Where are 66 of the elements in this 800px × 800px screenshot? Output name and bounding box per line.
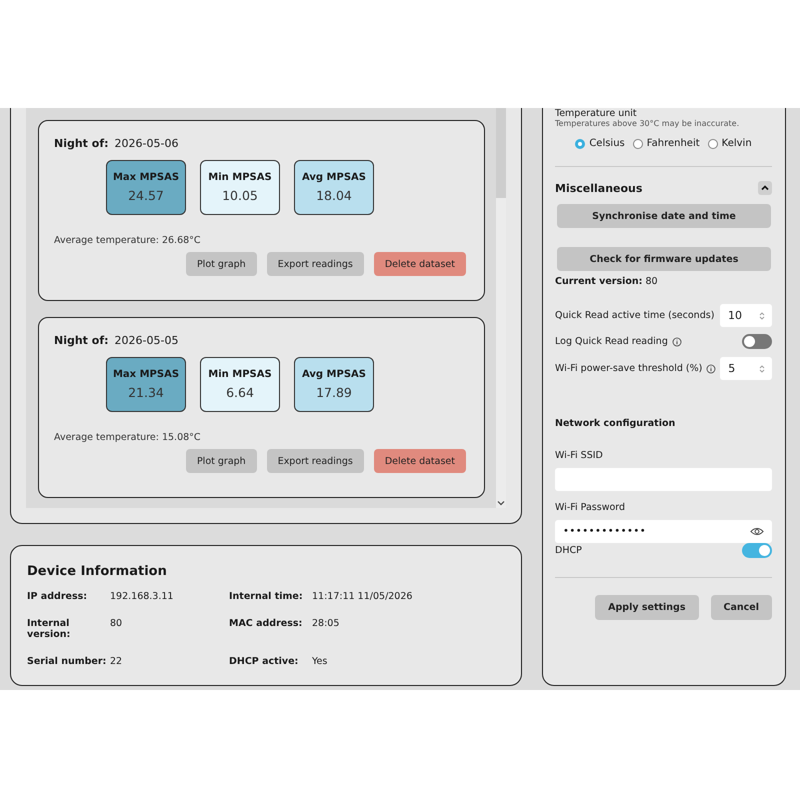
hint-text: Temperatures above 30°C may be inaccurate. [555,119,740,128]
section-title: Network configuration [555,418,676,429]
info-label: Internal time: [229,591,304,602]
info-icon[interactable] [672,336,682,346]
number-field[interactable]: 5 [720,357,772,380]
radio-button[interactable] [632,138,643,148]
eye-icon[interactable] [750,526,764,537]
info-label: MAC address: [229,618,304,631]
dialog-button[interactable]: Cancel [710,595,772,620]
info-value: 28:05 [312,618,340,631]
stat-tile: Min MPSAS 6.64 [200,357,280,412]
stat-tile: Avg MPSAS 17.89 [294,357,374,412]
stat-tile: Min MPSAS 10.05 [200,160,280,215]
radio-label[interactable]: Fahrenheit [646,138,700,149]
info-label: Serial number: [27,656,108,667]
setting-label: Wi-Fi power-save threshold (%) [555,363,702,374]
info-value: 80 [110,618,124,631]
average-temperature: Average temperature: 26.68°C [54,235,202,246]
stat-tile: Max MPSAS 21.34 [106,357,186,412]
stat-tile: Max MPSAS 24.57 [106,160,186,215]
info-label: Internal version: [27,618,72,640]
panel-title: Device Information [27,564,168,579]
radio-label[interactable]: Celsius [589,138,625,149]
info-value: Yes [312,656,328,667]
setting-label: DHCP [555,545,582,556]
dataset-button[interactable]: Delete dataset [374,449,466,473]
night-label: Night of: [54,334,109,347]
info-value: 192.168.3.11 [110,591,174,602]
setting-label: Quick Read active time (seconds) [555,310,714,321]
chevron-icon [760,183,770,193]
current-version: Current version: 80 [555,276,659,287]
dataset-button[interactable]: Export readings [266,449,364,473]
night-label: Night of: [54,137,109,150]
setting-label: Temperature unit [555,108,638,119]
info-label: DHCP active: [229,656,300,667]
dataset-button[interactable]: Plot graph [186,252,257,276]
dataset-button[interactable]: Plot graph [186,449,257,473]
dialog-button[interactable]: Apply settings [595,595,699,620]
toggle-switch[interactable] [742,334,772,349]
collapse-button[interactable] [758,181,772,195]
scroll-down-icon[interactable] [497,500,505,506]
stat-tile: Avg MPSAS 18.04 [294,160,374,215]
password-field[interactable]: ••••••••••••• [555,520,772,543]
number-field[interactable]: 10 [720,304,772,327]
radio-button[interactable] [708,138,718,148]
night-date: 2026-05-06 [114,137,178,150]
action-button[interactable]: Check for firmware updates [557,247,771,271]
info-label: IP address: [27,591,88,602]
spinner-icon[interactable] [758,364,766,374]
night-date: 2026-05-05 [114,334,178,347]
dataset-button[interactable]: Export readings [266,252,364,276]
scrollbar[interactable] [496,108,506,508]
field-label: Wi-Fi Password [555,502,626,513]
action-button[interactable]: Synchronise date and time [557,204,771,228]
info-value: 22 [110,656,124,667]
field-label: Wi-Fi SSID [555,450,604,461]
spinner-icon[interactable] [758,310,766,320]
toggle-switch[interactable] [742,543,772,558]
dataset-button[interactable]: Delete dataset [374,252,466,276]
info-value: 11:17:11 11/05/2026 [312,591,414,602]
radio-button[interactable] [575,138,586,148]
average-temperature: Average temperature: 15.08°C [54,432,202,443]
section-title: Miscellaneous [555,182,642,194]
setting-label: Log Quick Read reading [555,336,668,347]
radio-label[interactable]: Kelvin [722,138,752,149]
info-icon[interactable] [706,364,716,374]
